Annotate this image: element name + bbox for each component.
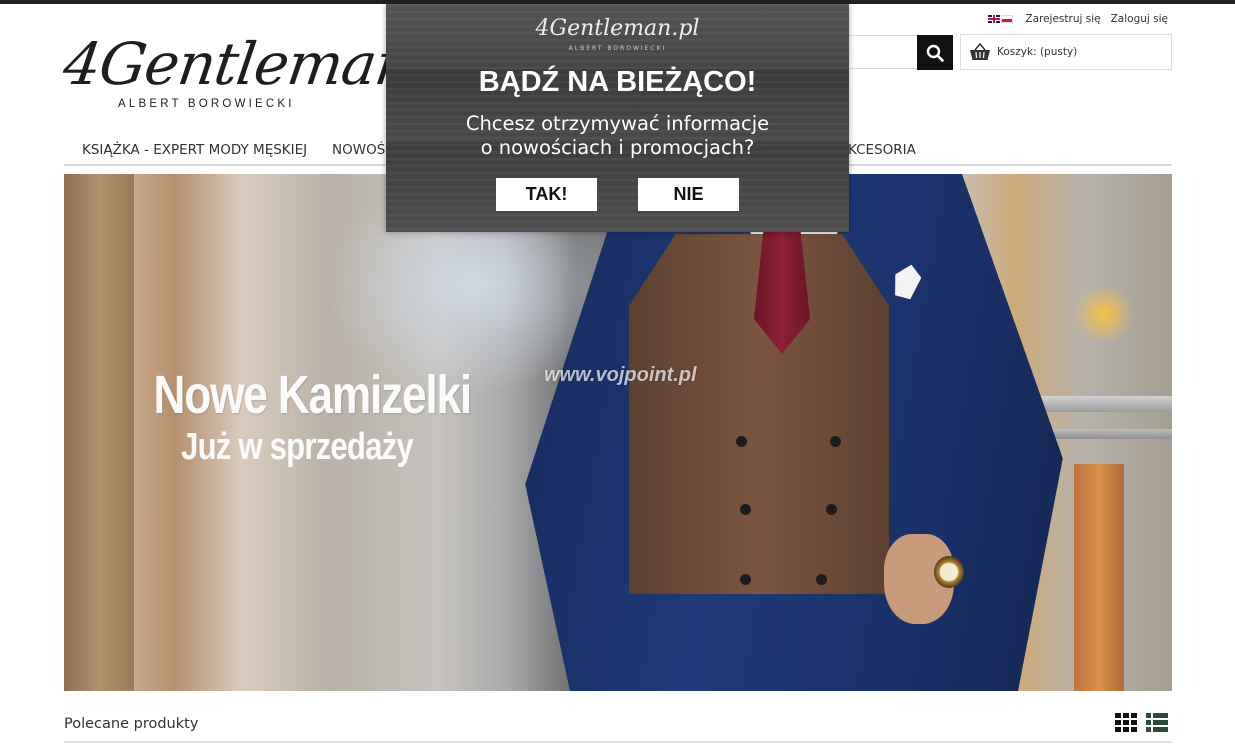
banner-subtitle: Już w sprzedaży xyxy=(181,426,414,468)
popup-message-line2: o nowościach i promocjach? xyxy=(480,136,755,159)
banner-title: Nowe Kamizelki xyxy=(153,365,473,425)
popup-message: Chcesz otrzymywać informacje o nowościac… xyxy=(386,112,849,160)
cart-label: Koszyk: (pusty) xyxy=(997,46,1078,58)
banner-watch xyxy=(934,556,964,588)
newsletter-popup: 4Gentleman.pl ALBERT BOROWIECKI BĄDŹ NA … xyxy=(386,4,849,232)
popup-message-line1: Chcesz otrzymywać informacje xyxy=(465,112,770,135)
header-top-links: Zarejestruj się Zaloguj się xyxy=(988,13,1168,25)
popup-yes-button[interactable]: TAK! xyxy=(496,178,597,211)
search-icon xyxy=(926,44,944,62)
nav-item-accessories[interactable]: KCESORIA xyxy=(848,142,916,158)
logo-subtitle: ALBERT BOROWIECKI xyxy=(118,98,295,110)
popup-no-button[interactable]: NIE xyxy=(638,178,739,211)
popup-title: BĄDŹ NA BIEŻĄCO! xyxy=(478,66,757,98)
search-input[interactable] xyxy=(846,35,917,69)
popup-logo: 4Gentleman.pl xyxy=(535,16,700,41)
popup-logo-subtitle: ALBERT BOROWIECKI xyxy=(568,45,667,52)
cart-button[interactable]: Koszyk: (pusty) xyxy=(960,34,1172,70)
vest-button xyxy=(740,574,751,585)
banner-background-wood xyxy=(64,174,134,691)
vest-button xyxy=(736,436,747,447)
list-view-icon xyxy=(1146,713,1168,732)
login-link[interactable]: Zaloguj się xyxy=(1111,13,1168,25)
banner-background-post xyxy=(1074,464,1124,691)
pl-flag-icon[interactable] xyxy=(1001,15,1014,23)
list-view-button[interactable] xyxy=(1146,712,1168,732)
featured-products-heading: Polecane produkty xyxy=(64,716,199,732)
banner-watermark: www.vojpoint.pl xyxy=(544,364,697,386)
nav-item-book[interactable]: KSIĄŻKA - EXPERT MODY MĘSKIEJ xyxy=(82,142,307,158)
en-flag-icon[interactable] xyxy=(988,15,1001,23)
nav-item-new[interactable]: NOWOŚ xyxy=(332,142,385,158)
grid-view-button[interactable] xyxy=(1115,712,1137,732)
vest-button xyxy=(826,504,837,515)
vest-button xyxy=(830,436,841,447)
grid-view-icon xyxy=(1115,713,1137,732)
vest-button xyxy=(816,574,827,585)
hero-banner[interactable]: Nowe Kamizelki Już w sprzedaży www.vojpo… xyxy=(64,174,1172,691)
language-switcher xyxy=(988,15,1014,23)
register-link[interactable]: Zarejestruj się xyxy=(1025,13,1100,25)
search-button[interactable] xyxy=(917,35,953,70)
basket-icon xyxy=(970,43,990,60)
site-logo[interactable]: 4Gentleman.pl ALBERT BOROWIECKI xyxy=(59,30,488,122)
banner-background-lamp xyxy=(1074,284,1134,344)
featured-divider xyxy=(64,741,1172,743)
vest-button xyxy=(740,504,751,515)
